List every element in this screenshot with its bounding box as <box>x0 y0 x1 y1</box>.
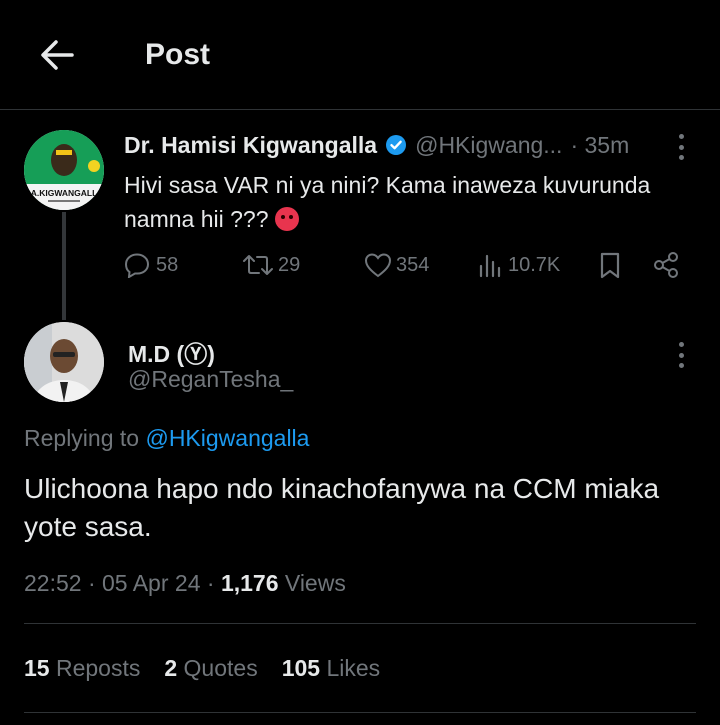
quotes-count: 2 <box>164 655 178 681</box>
meta-separator: · <box>206 570 221 596</box>
reply-post-text: Ulichoona hapo ndo kinachofanywa na CCM … <box>24 473 660 542</box>
original-post-text: Hivi sasa VAR ni ya nini? Kama inaweza k… <box>124 168 704 236</box>
engagement-stats: 15 Reposts 2 Quotes 105 Likes <box>24 655 380 682</box>
author-avatar[interactable]: A.KIGWANGALL <box>24 130 104 210</box>
replying-to-mention[interactable]: @HKigwangalla <box>145 425 309 451</box>
heart-icon <box>364 253 392 278</box>
repost-count: 29 <box>278 253 301 276</box>
dot <box>678 144 684 150</box>
reply-button[interactable]: 58 <box>124 248 178 282</box>
post-time[interactable]: · 35m <box>570 132 629 159</box>
verified-badge-icon <box>385 134 407 156</box>
original-post-header: Dr. Hamisi Kigwangalla @HKigwang... · 35… <box>124 130 629 160</box>
avatar-image <box>24 322 104 402</box>
post-meta: 22:52 · 05 Apr 24 · 1,176 Views <box>24 570 346 597</box>
analytics-icon <box>479 254 501 278</box>
post-timestamp-time[interactable]: 22:52 <box>24 570 82 596</box>
arrow-left-icon <box>41 40 74 70</box>
post-text: Hivi sasa VAR ni ya nini? Kama inaweza k… <box>124 172 651 232</box>
repost-button[interactable]: 29 <box>242 248 300 282</box>
author-name[interactable]: Dr. Hamisi Kigwangalla <box>124 132 377 159</box>
reposts-count: 15 <box>24 655 50 681</box>
dot <box>678 155 684 160</box>
dot <box>678 352 684 358</box>
reposts-stat[interactable]: 15 Reposts <box>24 655 140 682</box>
angry-face-emoji <box>274 207 299 231</box>
quotes-label: Quotes <box>183 655 258 681</box>
likes-count: 105 <box>281 655 321 681</box>
likes-stat[interactable]: 105 Likes <box>282 655 380 682</box>
repost-icon <box>243 255 273 275</box>
post-actions: 58 29 354 10.7K <box>124 248 684 282</box>
views-label: Views <box>284 570 346 596</box>
divider <box>24 712 696 713</box>
reply-author-handle[interactable]: @ReganTesha_ <box>128 366 293 393</box>
page-title: Post <box>145 38 211 71</box>
share-button[interactable] <box>652 248 680 282</box>
like-button[interactable]: 354 <box>364 248 429 282</box>
dot <box>678 134 684 139</box>
svg-text:A.KIGWANGALL: A.KIGWANGALL <box>31 188 98 198</box>
share-icon <box>654 252 678 278</box>
post-timestamp-date[interactable]: 05 Apr 24 <box>102 570 200 596</box>
dot <box>678 342 684 347</box>
reply-author-name[interactable]: M.D (Ⓨ) <box>128 335 215 369</box>
dot <box>678 363 684 368</box>
views-count: 1,176 <box>220 570 279 596</box>
divider <box>24 623 696 624</box>
header-bar: Post <box>0 0 720 110</box>
reply-icon <box>124 253 150 278</box>
bookmark-icon <box>600 252 620 279</box>
avatar-image: A.KIGWANGALL <box>24 130 104 210</box>
replying-to-line: Replying to @HKigwangalla <box>24 425 309 452</box>
reply-count: 58 <box>156 253 179 276</box>
bookmark-button[interactable] <box>598 248 622 282</box>
back-button[interactable] <box>36 34 78 76</box>
more-options-button[interactable] <box>670 342 692 368</box>
views-button[interactable]: 10.7K <box>478 248 560 282</box>
author-handle[interactable]: @HKigwang... <box>415 132 562 159</box>
like-count: 354 <box>396 253 430 276</box>
more-options-button[interactable] <box>670 134 692 160</box>
likes-label: Likes <box>326 655 381 681</box>
meta-separator: · <box>87 570 103 596</box>
quotes-stat[interactable]: 2 Quotes <box>164 655 257 682</box>
reposts-label: Reposts <box>55 655 141 681</box>
reply-author-avatar[interactable] <box>24 322 104 402</box>
view-count: 10.7K <box>508 253 561 276</box>
thread-connector-line <box>62 212 66 320</box>
replying-prefix: Replying to <box>24 425 140 451</box>
